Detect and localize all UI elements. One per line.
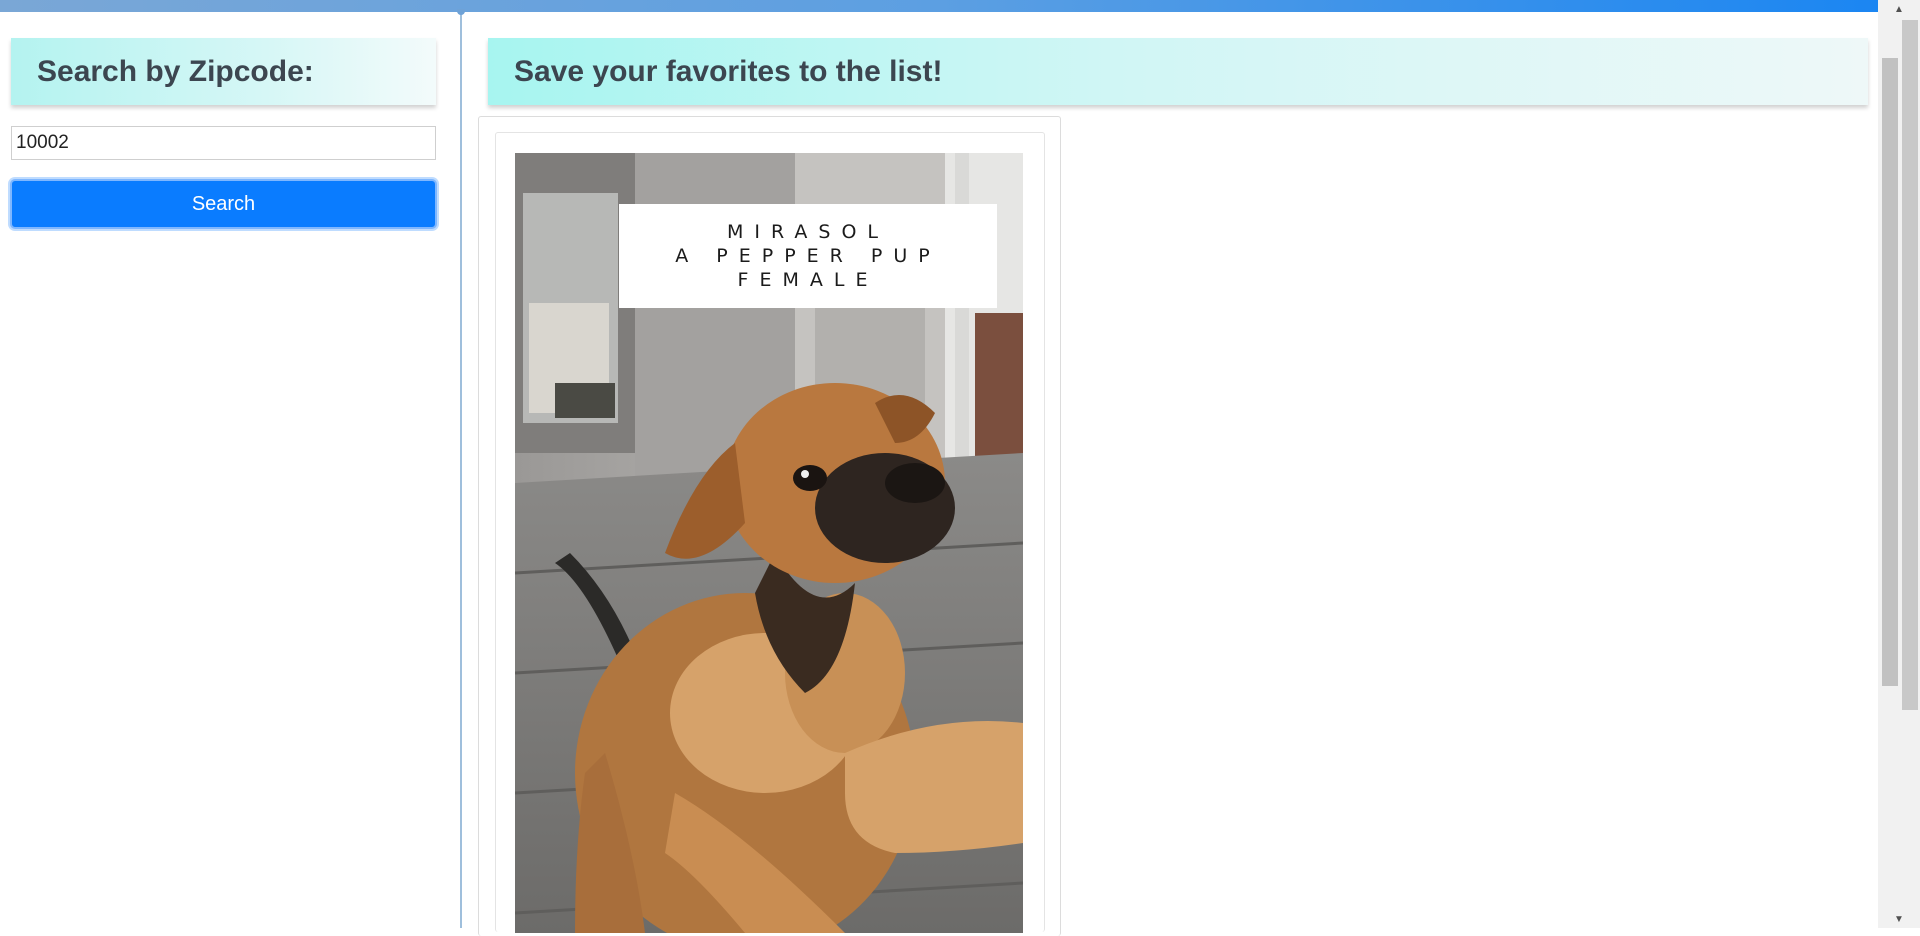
- favorites-heading: Save your favorites to the list!: [488, 38, 1868, 105]
- search-button[interactable]: Search: [10, 179, 437, 229]
- page-scrollbar[interactable]: ▲ ▼: [1878, 0, 1920, 928]
- search-button-label: Search: [191, 192, 256, 215]
- top-accent-bar: [0, 0, 1878, 12]
- search-heading: Search by Zipcode:: [11, 38, 436, 105]
- pet-name: MIRASOL: [726, 221, 890, 243]
- scroll-up-arrow-icon[interactable]: ▲: [1878, 0, 1920, 18]
- pet-photo[interactable]: MIRASOL A PEPPER PUP FEMALE: [515, 153, 1023, 933]
- pet-photo-caption: MIRASOL A PEPPER PUP FEMALE: [619, 204, 997, 308]
- panel-divider[interactable]: [460, 12, 462, 928]
- zipcode-input[interactable]: [11, 126, 436, 160]
- favorites-heading-text: Save your favorites to the list!: [514, 54, 943, 88]
- pet-sex: FEMALE: [737, 269, 879, 291]
- scroll-thumb-inner[interactable]: [1882, 58, 1898, 686]
- search-heading-text: Search by Zipcode:: [37, 54, 314, 88]
- scroll-down-arrow-icon[interactable]: ▼: [1878, 910, 1920, 928]
- scroll-thumb[interactable]: [1902, 20, 1918, 710]
- divider-handle[interactable]: [457, 9, 465, 15]
- pet-breed: A PEPPER PUP: [675, 245, 941, 267]
